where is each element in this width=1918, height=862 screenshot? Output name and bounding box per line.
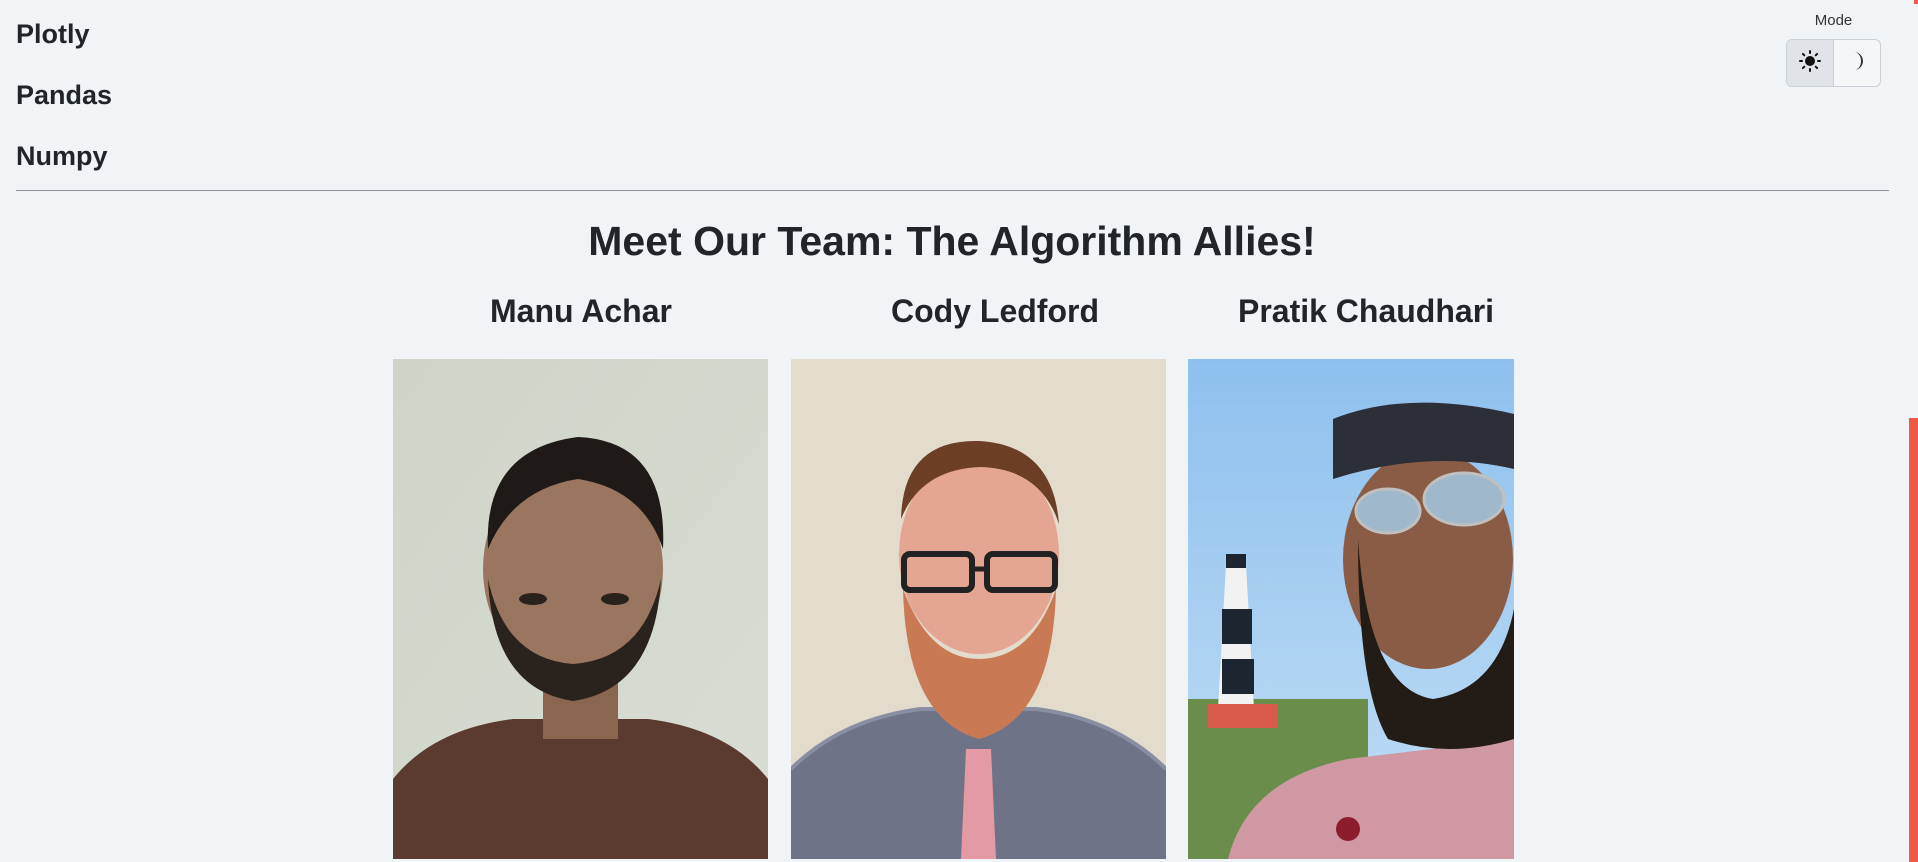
member-photo-manu [393,359,768,859]
mode-toggle [1786,39,1881,87]
tech-item-numpy: Numpy [16,141,108,171]
team-title: Meet Our Team: The Algorithm Allies! [588,218,1316,264]
section-divider [16,190,1889,191]
member-name-pratik: Pratik Chaudhari [1237,293,1495,329]
tech-item-pandas: Pandas [16,80,113,110]
member-photo-cody [791,359,1166,859]
tech-list: Plotly Pandas Numpy [16,4,112,187]
sun-icon [1799,49,1821,77]
moon-icon [1847,50,1867,77]
member-name-manu: Manu Achar [490,293,672,329]
member-name-cody: Cody Ledford [891,293,1099,329]
light-mode-button[interactable] [1787,40,1834,86]
mode-switcher: Mode [1786,12,1881,87]
member-photo-pratik [1188,359,1514,859]
tech-item-plotly: Plotly [16,19,90,49]
dark-mode-button[interactable] [1834,40,1880,86]
scrollbar-thumb[interactable] [1909,418,1918,862]
scrollbar-top-marker [1914,0,1918,4]
mode-label: Mode [1814,12,1853,29]
